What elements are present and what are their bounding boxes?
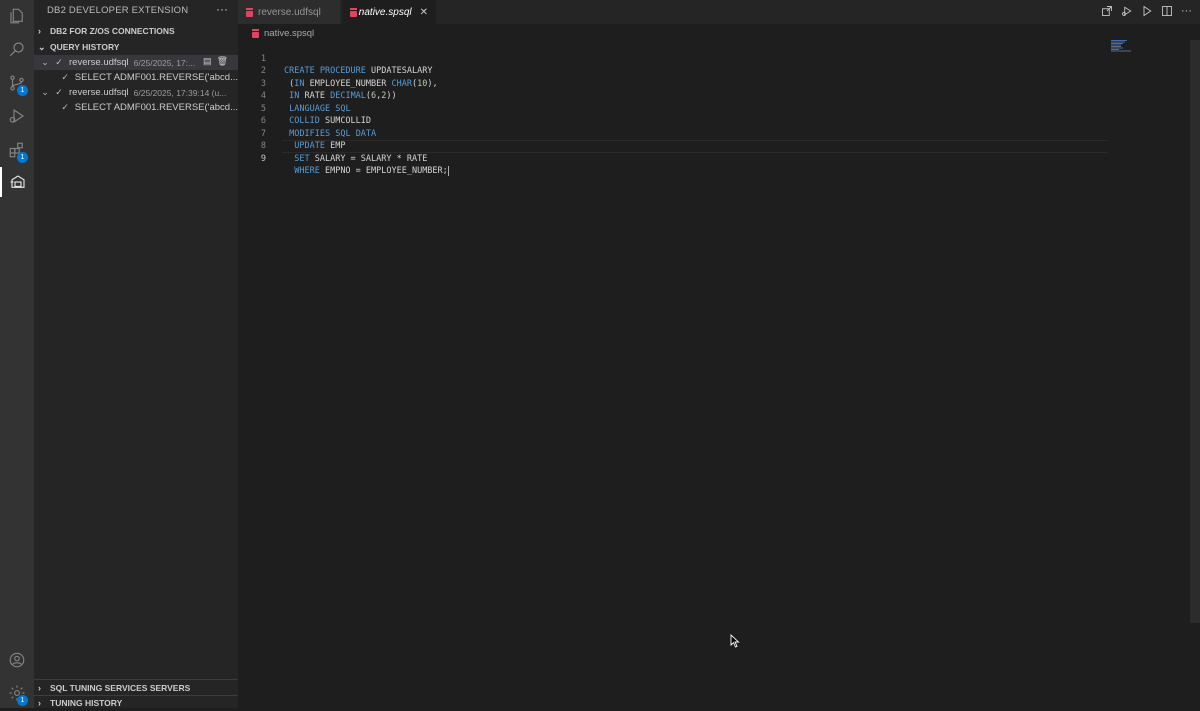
check-icon: ✓ [55,57,63,67]
source-control-badge: 1 [17,85,28,96]
split-editor-icon[interactable] [1161,5,1173,20]
extensions-icon[interactable]: 1 [0,135,34,165]
history-child-item[interactable]: ✓ SELECT ADMF001.REVERSE('abcd... [34,70,238,85]
code-line: 2 (IN EMPLOYEE_NUMBER CHAR(10), [238,53,1108,89]
code-editor[interactable]: 1 CREATE PROCEDURE UPDATESALARY 2 (IN EM… [238,40,1200,708]
history-child-query: SELECT ADMF001.REVERSE('abcd... [74,102,238,113]
sql-file-icon [350,7,357,17]
chevron-down-icon[interactable]: ⌄ [40,57,50,68]
section-query-history[interactable]: ⌄ QUERY HISTORY [34,39,238,55]
tab-bar: reverse.udfsql native.spsql ✕ ··· [238,0,1200,24]
code-line: 9 WHERE EMPNO = EMPLOYEE_NUMBER; [238,140,1108,176]
history-item-meta: 6/25/2025, 17:... [133,57,196,68]
section-tuning-history[interactable]: › TUNING HISTORY [34,695,238,711]
section-db2-connections[interactable]: › DB2 FOR Z/OS CONNECTIONS [34,23,238,39]
editor-actions: ··· [1101,5,1192,20]
explorer-icon[interactable] [0,1,34,31]
run-with-options-icon[interactable] [1121,5,1133,20]
export-icon[interactable] [1101,5,1113,20]
sidebar: DB2 DEVELOPER EXTENSION ··· › DB2 FOR Z/… [34,0,238,708]
check-icon: ✓ [61,72,69,82]
minimap[interactable] [1111,40,1133,52]
run-debug-icon[interactable] [0,101,34,131]
activity-bar: 1 1 1 [0,0,34,708]
code-line: 7 UPDATE EMP [238,115,1108,152]
code-line: 4 LANGUAGE SQL [238,78,1108,114]
more-actions-icon[interactable]: ··· [1181,5,1192,20]
vertical-scrollbar[interactable] [1190,40,1200,623]
db2-extension-icon[interactable] [0,167,34,197]
sql-file-icon [246,7,253,17]
breadcrumb[interactable]: native.spsql [252,26,314,40]
history-item[interactable]: ⌄ ✓ reverse.udfsql 6/25/2025, 17:... ▤ 🗑 [34,55,238,70]
run-icon[interactable] [1141,5,1153,20]
tab-native-spsql[interactable]: native.spsql ✕ [342,0,436,24]
close-icon[interactable]: ✕ [420,7,428,18]
sidebar-more-icon[interactable]: ··· [216,2,228,16]
extensions-badge: 1 [17,152,28,163]
history-item[interactable]: ⌄ ✓ reverse.udfsql 6/25/2025, 17:39:14 (… [34,85,238,100]
check-icon: ✓ [61,102,69,112]
code-line: 6 MODIFIES SQL DATA [238,103,1108,139]
sidebar-title: DB2 DEVELOPER EXTENSION [47,5,189,16]
chevron-down-icon[interactable]: ⌄ [40,87,50,98]
mouse-pointer-icon [730,634,740,648]
check-icon: ✓ [55,87,63,97]
search-icon[interactable] [0,34,34,64]
code-line: 8 SET SALARY = SALARY * RATE [238,128,1108,164]
history-item-name: reverse.udfsql [69,57,129,68]
sql-file-icon [252,28,259,38]
chevron-right-icon: › [38,698,41,708]
tab-reverse-udfsql[interactable]: reverse.udfsql [238,0,340,24]
code-line: 3 IN RATE DECIMAL(6,2)) [238,65,1108,102]
section-sql-tuning-servers[interactable]: › SQL TUNING SERVICES SERVERS [34,680,238,696]
chevron-right-icon: › [38,26,41,36]
chevron-right-icon: › [38,683,41,693]
line-number: 9 [260,153,266,164]
delete-icon[interactable]: 🗑 [217,56,228,67]
open-results-icon[interactable]: ▤ [203,56,212,67]
code-line: 1 CREATE PROCEDURE UPDATESALARY [238,40,1108,77]
history-item-meta: 6/25/2025, 17:39:14 (u... [133,87,227,98]
history-child-item[interactable]: ✓ SELECT ADMF001.REVERSE('abcd... [34,100,238,115]
source-control-icon[interactable]: 1 [0,68,34,98]
settings-badge: 1 [17,695,28,706]
history-child-query: SELECT ADMF001.REVERSE('abcd... [74,72,238,83]
code-line: 5 COLLID SUMCOLLID [238,90,1108,127]
accounts-icon[interactable] [0,645,34,675]
history-item-name: reverse.udfsql [69,87,129,98]
settings-gear-icon[interactable]: 1 [0,678,34,708]
chevron-down-icon: ⌄ [38,41,46,52]
